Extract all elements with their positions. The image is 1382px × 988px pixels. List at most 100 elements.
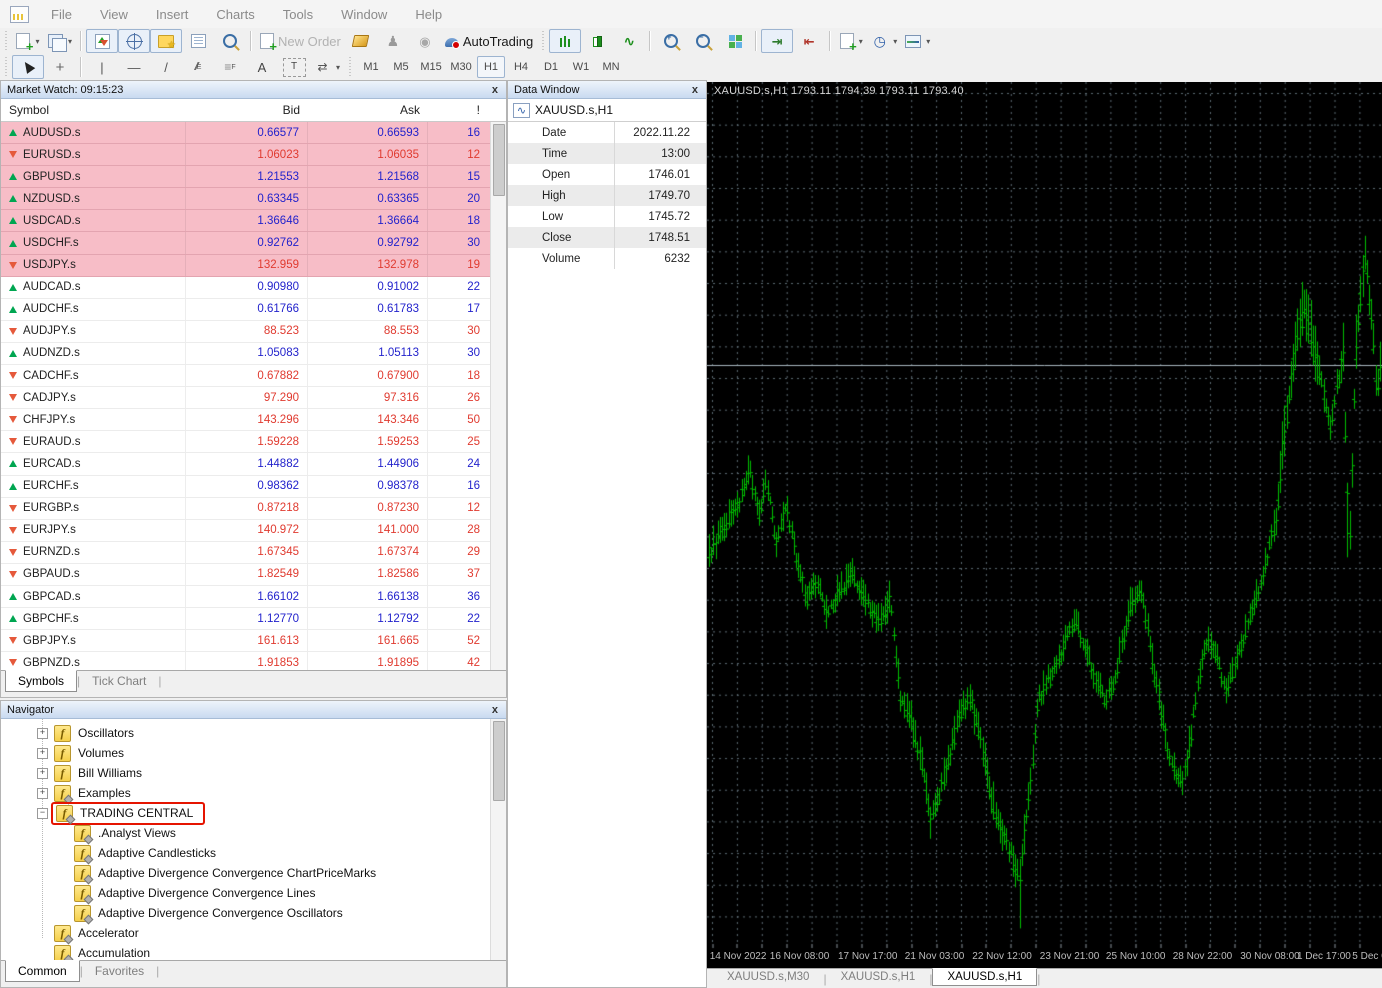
candle-chart-mode-button[interactable] (581, 29, 613, 53)
table-row[interactable]: GBPCAD.s1.661021.6613836 (1, 586, 506, 608)
table-row[interactable]: USDJPY.s132.959132.97819 (1, 255, 506, 277)
table-row[interactable]: AUDCAD.s0.909800.9100222 (1, 277, 506, 299)
tree-item-adaptive-divergence-convergence-lines[interactable]: fAdaptive Divergence Convergence Lines (1, 883, 506, 903)
chevron-down-icon[interactable]: ▾ (336, 63, 340, 72)
line-chart-mode-button[interactable]: ∿ (613, 29, 645, 53)
cursor-tool-button[interactable] (12, 55, 44, 79)
chart-tab-xauusd-s-h1[interactable]: XAUUSD.s,H1 (827, 969, 930, 985)
data-window-toggle-button[interactable] (118, 29, 150, 53)
chevron-down-icon[interactable]: ▾ (893, 37, 897, 46)
navigator-toggle-button[interactable] (150, 29, 182, 53)
timeframe-d1-button[interactable]: D1 (537, 56, 565, 78)
tree-item-accelerator[interactable]: fAccelerator (1, 923, 506, 943)
table-row[interactable]: GBPUSD.s1.215531.2156815 (1, 166, 506, 188)
tree-item-adaptive-divergence-convergence-oscillat[interactable]: fAdaptive Divergence Convergence Oscilla… (1, 903, 506, 923)
sounds-button[interactable]: ◉ (409, 29, 441, 53)
fibonacci-tool-button[interactable]: ≡ (214, 55, 246, 79)
channel-tool-button[interactable]: // (182, 55, 214, 79)
column-header-symbol[interactable]: Symbol (1, 103, 186, 117)
menu-item-help[interactable]: Help (401, 7, 456, 22)
table-row[interactable]: GBPJPY.s161.613161.66552 (1, 630, 506, 652)
navigator-scrollbar[interactable] (490, 719, 506, 966)
table-row[interactable]: EURGBP.s0.872180.8723012 (1, 498, 506, 520)
table-row[interactable]: EURCAD.s1.448821.4490624 (1, 453, 506, 475)
tree-item-examples[interactable]: +fExamples (1, 783, 506, 803)
text-tool-button[interactable]: A (246, 55, 278, 79)
table-row[interactable]: NZDUSD.s0.633450.6336520 (1, 188, 506, 210)
tree-item-bill-williams[interactable]: +fBill Williams (1, 763, 506, 783)
market-watch-tab-tick-chart[interactable]: Tick Chart (80, 671, 158, 691)
table-row[interactable]: AUDCHF.s0.617660.6178317 (1, 299, 506, 321)
chart-shift-button[interactable]: ⇤ (793, 29, 825, 53)
tree-item-volumes[interactable]: +fVolumes (1, 743, 506, 763)
expand-icon[interactable]: + (37, 748, 48, 759)
table-row[interactable]: USDCHF.s0.927620.9279230 (1, 232, 506, 254)
tile-windows-button[interactable] (719, 29, 751, 53)
navigator-tab-common[interactable]: Common (5, 960, 80, 982)
chart-area[interactable]: XAUUSD.s,H1 1793.11 1794.39 1793.11 1793… (707, 82, 1382, 968)
chevron-down-icon[interactable]: ▾ (35, 37, 39, 46)
tree-item-adaptive-divergence-convergence-chartpri[interactable]: fAdaptive Divergence Convergence ChartPr… (1, 863, 506, 883)
timeframe-w1-button[interactable]: W1 (567, 56, 595, 78)
timeframe-h1-button[interactable]: H1 (477, 56, 505, 78)
templates-button[interactable]: ▾ (901, 29, 934, 53)
timeframe-m15-button[interactable]: M15 (417, 56, 445, 78)
shapes-tool-button[interactable]: ⇄▾ (310, 55, 344, 79)
trendline-tool-button[interactable]: / (150, 55, 182, 79)
table-row[interactable]: AUDNZD.s1.050831.0511330 (1, 343, 506, 365)
strategy-tester-button[interactable] (214, 29, 246, 53)
timeframe-m30-button[interactable]: M30 (447, 56, 475, 78)
new-order-button[interactable]: New Order (256, 29, 345, 53)
label-tool-button[interactable]: T (278, 55, 310, 79)
new-chart-button[interactable]: ▾ (12, 29, 44, 53)
menu-item-view[interactable]: View (86, 7, 142, 22)
menu-item-charts[interactable]: Charts (202, 7, 268, 22)
zoom-out-button[interactable] (687, 29, 719, 53)
table-row[interactable]: EURNZD.s1.673451.6737429 (1, 542, 506, 564)
table-row[interactable]: USDCAD.s1.366461.3666418 (1, 210, 506, 232)
tree-item-oscillators[interactable]: +fOscillators (1, 723, 506, 743)
table-row[interactable]: AUDUSD.s0.665770.6659316 (1, 122, 506, 144)
vline-tool-button[interactable]: | (86, 55, 118, 79)
column-header-ask[interactable]: Ask (308, 103, 428, 117)
auto-scroll-button[interactable]: ⇥ (761, 29, 793, 53)
column-header-spread[interactable]: ! (428, 103, 488, 117)
toolbar-grip[interactable] (347, 57, 353, 77)
table-row[interactable]: EURJPY.s140.972141.00028 (1, 520, 506, 542)
menu-item-insert[interactable]: Insert (142, 7, 203, 22)
experts-button[interactable]: ♟ (377, 29, 409, 53)
collapse-icon[interactable]: − (37, 808, 48, 819)
bar-chart-mode-button[interactable] (549, 29, 581, 53)
hline-tool-button[interactable]: — (118, 55, 150, 79)
table-row[interactable]: GBPNZD.s1.918531.9189542 (1, 652, 506, 671)
timeframe-m5-button[interactable]: M5 (387, 56, 415, 78)
close-icon[interactable]: x (490, 84, 500, 96)
menu-item-window[interactable]: Window (327, 7, 401, 22)
table-row[interactable]: AUDJPY.s88.52388.55330 (1, 321, 506, 343)
autotrading-button[interactable]: AutoTrading (441, 29, 537, 53)
column-header-bid[interactable]: Bid (186, 103, 308, 117)
toolbar-grip[interactable] (3, 57, 9, 77)
menu-item-tools[interactable]: Tools (269, 7, 327, 22)
zoom-in-button[interactable] (655, 29, 687, 53)
table-row[interactable]: GBPAUD.s1.825491.8258637 (1, 564, 506, 586)
expand-icon[interactable]: + (37, 788, 48, 799)
market-watch-toggle-button[interactable] (86, 29, 118, 53)
table-row[interactable]: EURUSD.s1.060231.0603512 (1, 144, 506, 166)
close-icon[interactable]: x (490, 704, 500, 716)
tree-item--analyst-views[interactable]: f.Analyst Views (1, 823, 506, 843)
chevron-down-icon[interactable]: ▾ (68, 37, 72, 46)
table-row[interactable]: EURCHF.s0.983620.9837816 (1, 476, 506, 498)
toolbar-grip[interactable] (540, 31, 546, 51)
expand-icon[interactable]: + (37, 728, 48, 739)
timeframe-m1-button[interactable]: M1 (357, 56, 385, 78)
table-row[interactable]: CADJPY.s97.29097.31626 (1, 387, 506, 409)
chevron-down-icon[interactable]: ▾ (859, 37, 863, 46)
metaeditor-button[interactable] (345, 29, 377, 53)
timeframe-mn-button[interactable]: MN (597, 56, 625, 78)
chevron-down-icon[interactable]: ▾ (926, 37, 930, 46)
table-row[interactable]: GBPCHF.s1.127701.1279222 (1, 608, 506, 630)
market-watch-tab-symbols[interactable]: Symbols (5, 670, 77, 692)
terminal-toggle-button[interactable] (182, 29, 214, 53)
indicators-button[interactable]: ▾ (835, 29, 867, 53)
